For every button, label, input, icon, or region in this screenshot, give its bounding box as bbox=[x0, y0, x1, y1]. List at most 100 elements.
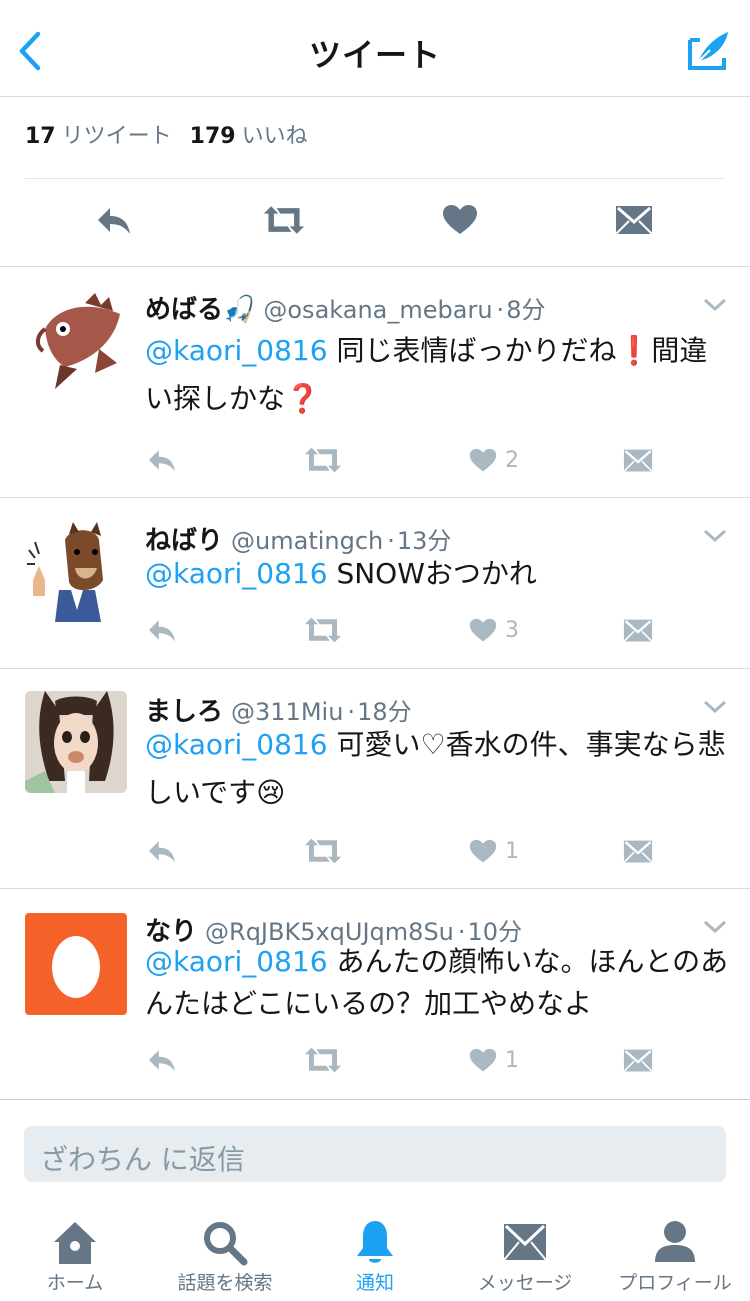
retweet-label[interactable]: リツイート bbox=[62, 124, 172, 149]
tweet-text: @kaori_0816 SNOWおつかれ bbox=[145, 550, 735, 598]
avatar[interactable] bbox=[25, 520, 127, 622]
tab-label: メッセージ bbox=[477, 1272, 573, 1294]
person-icon bbox=[655, 1221, 695, 1262]
avatar[interactable] bbox=[25, 289, 127, 391]
tweet-text: @kaori_0816 あんたの顔怖いな。ほんとのあんたはどこにいるの？加工やめ… bbox=[145, 941, 735, 1025]
page-title: ツイート bbox=[308, 36, 441, 74]
username[interactable]: @osakana_mebaru bbox=[263, 296, 492, 324]
like-count: 1 bbox=[505, 1047, 519, 1073]
heart-icon bbox=[469, 839, 497, 862]
tweet-body-text: SNOWおつかれ bbox=[327, 557, 537, 590]
tab-home[interactable]: ホーム bbox=[0, 1204, 150, 1301]
timestamp: 8分 bbox=[506, 296, 546, 324]
reply-icon bbox=[149, 841, 175, 863]
retweet-button[interactable] bbox=[262, 195, 306, 245]
reply-button[interactable] bbox=[92, 195, 136, 245]
direct-message-button[interactable] bbox=[623, 440, 653, 480]
tab-notifications[interactable]: 通知 bbox=[300, 1204, 450, 1301]
tweet-actions: 3 bbox=[145, 610, 665, 650]
default-egg-avatar-icon bbox=[52, 936, 100, 998]
retweet-icon bbox=[304, 1047, 342, 1073]
retweet-icon bbox=[304, 838, 342, 864]
retweet-button[interactable] bbox=[303, 440, 343, 480]
photo-avatar-icon bbox=[25, 691, 127, 793]
heart-icon bbox=[469, 1048, 497, 1071]
tab-label: プロフィール bbox=[618, 1272, 732, 1294]
envelope-icon bbox=[623, 619, 653, 642]
like-button[interactable]: 1 bbox=[469, 1040, 519, 1080]
reply-icon bbox=[149, 1050, 175, 1072]
envelope-icon bbox=[503, 1224, 547, 1261]
tab-label: 話題を検索 bbox=[177, 1272, 273, 1294]
bottom-tab-bar: ホーム 話題を検索 通知 メッセージ プロフィール bbox=[0, 1204, 750, 1301]
reply-button[interactable] bbox=[145, 1040, 179, 1080]
retweet-icon bbox=[304, 617, 342, 643]
mention-link[interactable]: @kaori_0816 bbox=[145, 334, 328, 367]
heart-icon bbox=[469, 618, 497, 641]
tweet-stats: 17 リツイート 179 いいね bbox=[25, 118, 308, 150]
like-button[interactable]: 2 bbox=[469, 440, 519, 480]
chevron-down-icon[interactable] bbox=[702, 297, 728, 313]
tweet-text: @kaori_0816 同じ表情ばっかりだね❗間違い探しかな❓ bbox=[145, 327, 735, 423]
avatar[interactable] bbox=[25, 691, 127, 793]
mention-link[interactable]: @kaori_0816 bbox=[145, 557, 328, 590]
retweet-icon bbox=[263, 206, 305, 234]
heart-icon bbox=[469, 448, 497, 471]
reply-tweet[interactable]: ねばり @umatingch ·13分 @kaori_0816 SNOWおつかれ 3 bbox=[0, 498, 750, 668]
like-button[interactable]: 3 bbox=[469, 610, 519, 650]
mention-link[interactable]: @kaori_0816 bbox=[145, 728, 328, 761]
retweet-icon bbox=[304, 447, 342, 473]
tab-label: ホーム bbox=[46, 1272, 104, 1294]
like-count: 179 bbox=[189, 124, 236, 149]
reply-button[interactable] bbox=[145, 440, 179, 480]
tweet-text: @kaori_0816 可愛い♡香水の件、事実なら悲しいです😢 bbox=[145, 721, 735, 817]
retweet-button[interactable] bbox=[303, 610, 343, 650]
tab-profile[interactable]: プロフィール bbox=[600, 1204, 750, 1301]
mention-link[interactable]: @kaori_0816 bbox=[145, 945, 328, 978]
reply-button[interactable] bbox=[145, 610, 179, 650]
tweet-actions: 2 bbox=[145, 440, 665, 480]
like-count: 1 bbox=[505, 838, 519, 864]
stats-divider bbox=[25, 178, 725, 179]
retweet-button[interactable] bbox=[303, 1040, 343, 1080]
horse-mask-avatar-icon bbox=[27, 522, 103, 622]
reply-button[interactable] bbox=[145, 831, 179, 871]
reply-icon bbox=[98, 208, 130, 234]
home-icon bbox=[54, 1222, 96, 1264]
chevron-down-icon[interactable] bbox=[702, 528, 728, 544]
envelope-icon bbox=[623, 449, 653, 472]
like-count: 2 bbox=[505, 447, 519, 473]
tab-messages[interactable]: メッセージ bbox=[450, 1204, 600, 1301]
direct-message-button[interactable] bbox=[623, 610, 653, 650]
display-name[interactable]: めばる🎣 bbox=[145, 295, 255, 325]
tab-label: 通知 bbox=[355, 1272, 394, 1294]
retweet-count: 17 bbox=[25, 124, 56, 149]
composer-divider bbox=[0, 1099, 750, 1100]
like-label[interactable]: いいね bbox=[242, 124, 308, 149]
like-button[interactable]: 1 bbox=[469, 831, 519, 871]
tweet-actions: 1 bbox=[145, 831, 665, 871]
tweet-header: めばる🎣 @osakana_mebaru ·8分 bbox=[145, 289, 545, 326]
reply-input[interactable]: ざわちん に返信 bbox=[24, 1126, 726, 1182]
heart-icon bbox=[443, 205, 477, 234]
reply-placeholder: ざわちん に返信 bbox=[40, 1143, 245, 1176]
chevron-down-icon[interactable] bbox=[702, 919, 728, 935]
direct-message-button[interactable] bbox=[623, 831, 653, 871]
reply-tweet[interactable]: ましろ @311Miu ·18分 @kaori_0816 可愛い♡香水の件、事実なら… bbox=[0, 669, 750, 888]
reply-tweet[interactable]: めばる🎣 @osakana_mebaru ·8分 @kaori_0816 同じ表情ば… bbox=[0, 267, 750, 497]
envelope-icon bbox=[623, 1049, 653, 1072]
direct-message-button[interactable] bbox=[623, 1040, 653, 1080]
retweet-button[interactable] bbox=[303, 831, 343, 871]
tab-search[interactable]: 話題を検索 bbox=[150, 1204, 300, 1301]
reply-icon bbox=[149, 450, 175, 472]
separator-dot: · bbox=[496, 296, 505, 324]
direct-message-button[interactable] bbox=[612, 195, 656, 245]
reply-tweet[interactable]: なり @RqJBK5xqUJqm8Su ·10分 @kaori_0816 あんたの顔… bbox=[0, 889, 750, 1099]
chevron-down-icon[interactable] bbox=[702, 699, 728, 715]
compose-tweet-icon[interactable] bbox=[684, 28, 732, 74]
like-count: 3 bbox=[505, 617, 519, 643]
fish-avatar-icon bbox=[36, 293, 120, 389]
avatar[interactable] bbox=[25, 913, 127, 1015]
like-button[interactable] bbox=[438, 195, 482, 245]
envelope-icon bbox=[615, 206, 653, 235]
